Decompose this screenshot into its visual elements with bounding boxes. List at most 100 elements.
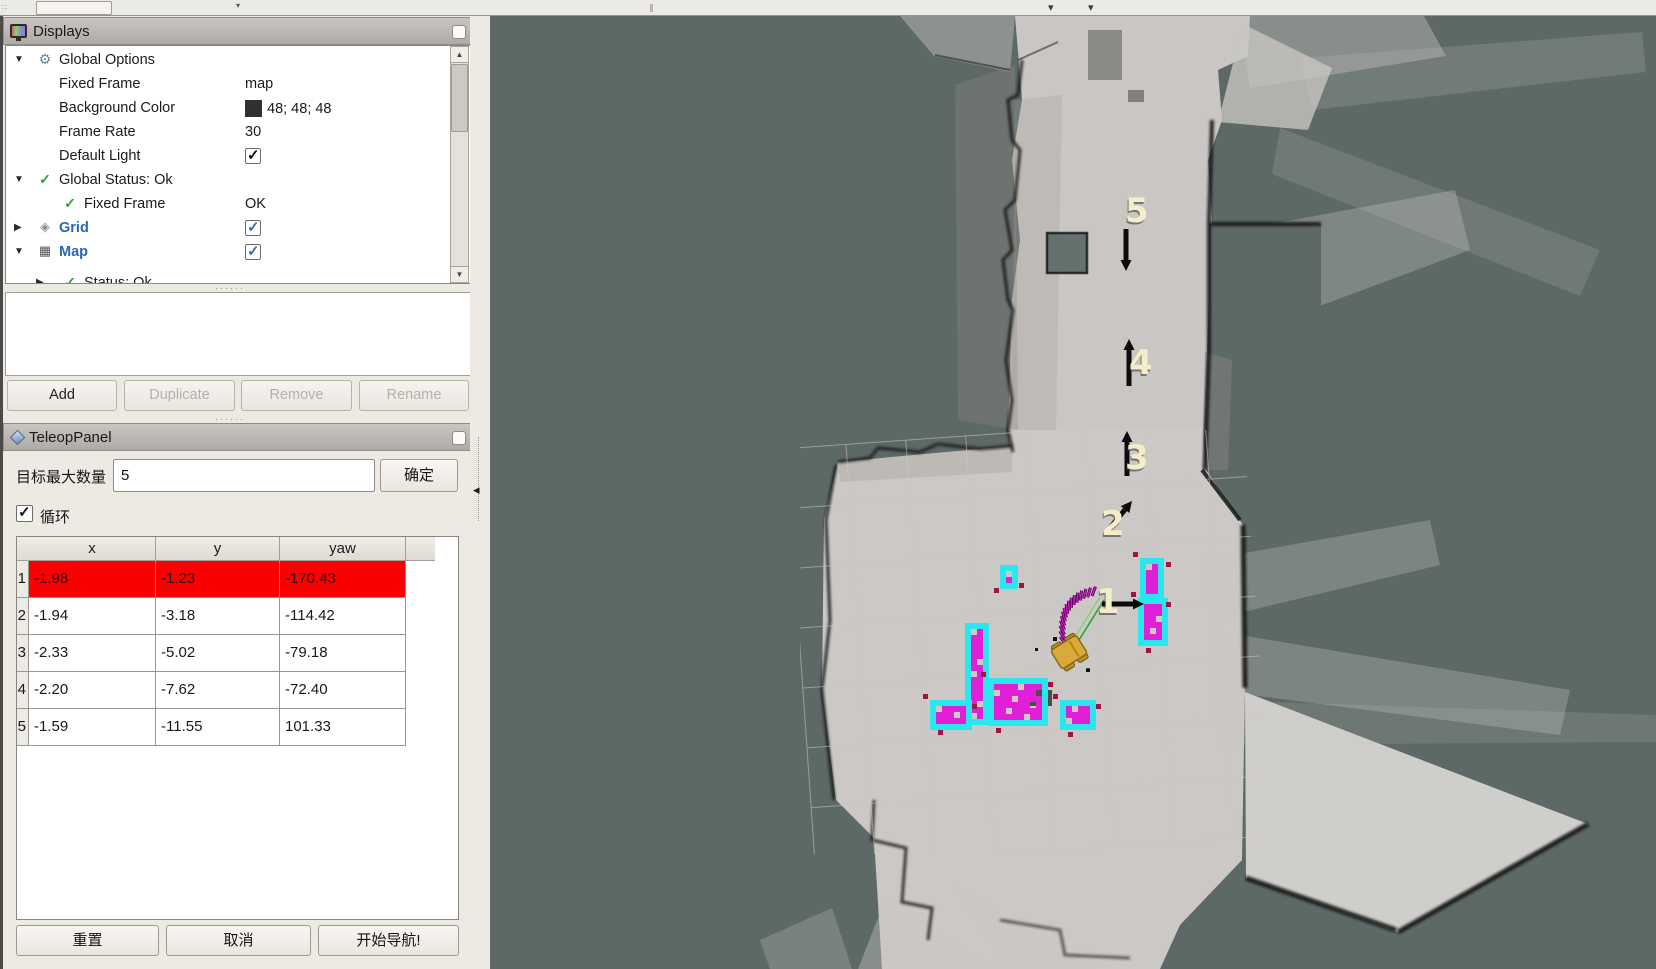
expand-right-icon[interactable]: ▶	[36, 277, 44, 284]
duplicate-button[interactable]: Duplicate	[124, 380, 235, 411]
color-value: 48; 48; 48	[267, 101, 332, 117]
toolbar-separator	[650, 4, 653, 12]
tree-label: Background Color	[59, 100, 175, 116]
expand-down-icon[interactable]: ▼	[14, 174, 24, 185]
tree-value[interactable]: 48; 48; 48	[245, 100, 332, 117]
add-button[interactable]: Add	[7, 380, 117, 411]
waypoint-number: 1	[1096, 582, 1120, 622]
start-nav-button[interactable]: 开始导航!	[318, 925, 459, 956]
tree-label: Global Status: Ok	[59, 172, 173, 188]
waypoint-cell[interactable]: -170.43	[280, 561, 406, 598]
teleop-float-button[interactable]	[452, 431, 466, 445]
max-goal-label: 目标最大数量	[16, 466, 106, 487]
waypoint-cell[interactable]: 101.33	[280, 709, 406, 746]
tree-row-grid[interactable]: ▶ ◈ Grid ✓	[6, 217, 446, 241]
loop-label: 循环	[40, 506, 70, 527]
confirm-button[interactable]: 确定	[380, 459, 458, 492]
map-enabled-checkbox[interactable]: ✓	[245, 244, 261, 260]
col-header-blank	[17, 537, 29, 561]
waypoint-cell[interactable]: -114.42	[280, 598, 406, 635]
waypoint-cell[interactable]: -79.18	[280, 635, 406, 672]
gear-icon: ⚙	[36, 51, 54, 68]
waypoint-cell[interactable]: -1.94	[29, 598, 156, 635]
waypoint-cell[interactable]: -1.59	[29, 709, 156, 746]
toolbar-dropdown-arrow-1-icon[interactable]: ▾	[1048, 1, 1054, 15]
teleop-panel-header[interactable]: TeleopPanel	[3, 423, 473, 451]
row-number-cell: 3	[17, 635, 29, 672]
scroll-thumb[interactable]	[451, 64, 468, 132]
waypoint-cell[interactable]: -72.40	[280, 672, 406, 709]
default-light-checkbox[interactable]: ✓	[245, 148, 261, 164]
tree-row-frame-rate[interactable]: Frame Rate 30	[6, 121, 446, 145]
waypoint-cell[interactable]: -2.20	[29, 672, 156, 709]
displays-monitor-icon	[10, 24, 27, 38]
col-header-y[interactable]: y	[156, 537, 280, 561]
rviz-window: ∷ ▾ ▾ ▾ Displays ▼ ⚙ Global Options Fixe…	[0, 0, 1656, 969]
expand-down-icon[interactable]: ▼	[14, 54, 24, 65]
loop-checkbox[interactable]: ✓	[16, 505, 33, 522]
map-3d-view[interactable]: 1122334455	[490, 16, 1656, 969]
tree-value[interactable]: 30	[245, 124, 261, 140]
waypoint-cell[interactable]: -11.55	[156, 709, 280, 746]
displays-panel-header[interactable]: Displays	[3, 17, 473, 45]
tree-row-global-options[interactable]: ▼ ⚙ Global Options	[6, 49, 446, 73]
displays-tree: ▼ ⚙ Global Options Fixed Frame map Backg…	[5, 45, 471, 284]
tree-row-fixed-frame[interactable]: Fixed Frame map	[6, 73, 446, 97]
toolbar-dropdown-arrow-2-icon[interactable]: ▾	[1088, 1, 1094, 15]
waypoint-cell[interactable]: -7.62	[156, 672, 280, 709]
tree-label: Global Options	[59, 52, 155, 68]
remove-button[interactable]: Remove	[241, 380, 352, 411]
map-canvas[interactable]: 1122334455	[490, 16, 1656, 969]
tree-label: Fixed Frame	[84, 196, 165, 212]
waypoint-cell[interactable]: -2.33	[29, 635, 156, 672]
tree-row-default-light[interactable]: Default Light ✓	[6, 145, 446, 169]
tree-label: Grid	[59, 220, 89, 236]
status-ok-check-icon: ✓	[36, 171, 54, 188]
col-header-yaw[interactable]: yaw	[280, 537, 406, 561]
teleop-diamond-icon	[10, 429, 26, 445]
scroll-up-icon[interactable]: ▲	[451, 47, 468, 63]
reset-button[interactable]: 重置	[16, 925, 159, 956]
rename-button[interactable]: Rename	[359, 380, 469, 411]
tree-row-background-color[interactable]: Background Color 48; 48; 48	[6, 97, 446, 121]
expand-right-icon[interactable]: ▶	[14, 222, 22, 233]
waypoint-number: 5	[1125, 191, 1149, 231]
status-ok-check-icon: ✓	[61, 195, 79, 212]
waypoint-cell[interactable]: -1.23	[156, 561, 280, 598]
waypoint-table: x y yaw 1-1.98-1.23-170.432-1.94-3.18-11…	[16, 536, 459, 920]
teleop-panel-title: TeleopPanel	[29, 429, 112, 446]
displays-panel-title: Displays	[33, 23, 90, 40]
cancel-button[interactable]: 取消	[166, 925, 311, 956]
tree-value: OK	[245, 196, 266, 212]
waypoint-number: 2	[1101, 504, 1125, 544]
waypoint-cell[interactable]: -5.02	[156, 635, 280, 672]
expand-down-icon[interactable]: ▼	[14, 246, 24, 257]
col-header-filler	[406, 537, 435, 561]
toolbar-mini-dropdown-icon[interactable]: ▾	[236, 1, 240, 10]
splitter-handle-dots[interactable]: ······	[215, 283, 245, 293]
tree-row-global-status[interactable]: ▼ ✓ Global Status: Ok	[6, 169, 446, 193]
waypoint-marker-3[interactable]: 33	[1122, 431, 1149, 480]
waypoint-cell[interactable]: -3.18	[156, 598, 280, 635]
toolbar-pressed-button[interactable]	[36, 1, 112, 15]
scroll-down-icon[interactable]: ▼	[451, 266, 468, 282]
tree-row-fixed-frame-status[interactable]: ✓ Fixed Frame OK	[6, 193, 446, 217]
waypoint-marker-4[interactable]: 44	[1124, 339, 1153, 386]
waypoint-cell[interactable]: -1.98	[29, 561, 156, 598]
grid-enabled-checkbox[interactable]: ✓	[245, 220, 261, 236]
toolbar: ∷ ▾ ▾ ▾	[0, 0, 1656, 16]
dock-splitter[interactable]: ◂	[470, 16, 490, 969]
tree-row-map[interactable]: ▼ ▦ Map ✓	[6, 241, 446, 265]
tree-label: Status: Ok	[84, 275, 152, 284]
tree-scrollbar[interactable]: ▲ ▼	[450, 46, 469, 283]
displays-float-button[interactable]	[452, 25, 466, 39]
map-display-icon: ▦	[36, 243, 54, 259]
collapse-panel-icon[interactable]: ◂	[473, 482, 480, 498]
left-dock: Displays ▼ ⚙ Global Options Fixed Frame …	[0, 16, 470, 969]
row-number-cell: 4	[17, 672, 29, 709]
max-goal-input[interactable]	[113, 459, 375, 492]
tree-value[interactable]: map	[245, 76, 273, 92]
obstacle-cluster	[923, 694, 977, 735]
toolbar-grip-icon[interactable]: ∷	[2, 3, 8, 12]
col-header-x[interactable]: x	[29, 537, 156, 561]
